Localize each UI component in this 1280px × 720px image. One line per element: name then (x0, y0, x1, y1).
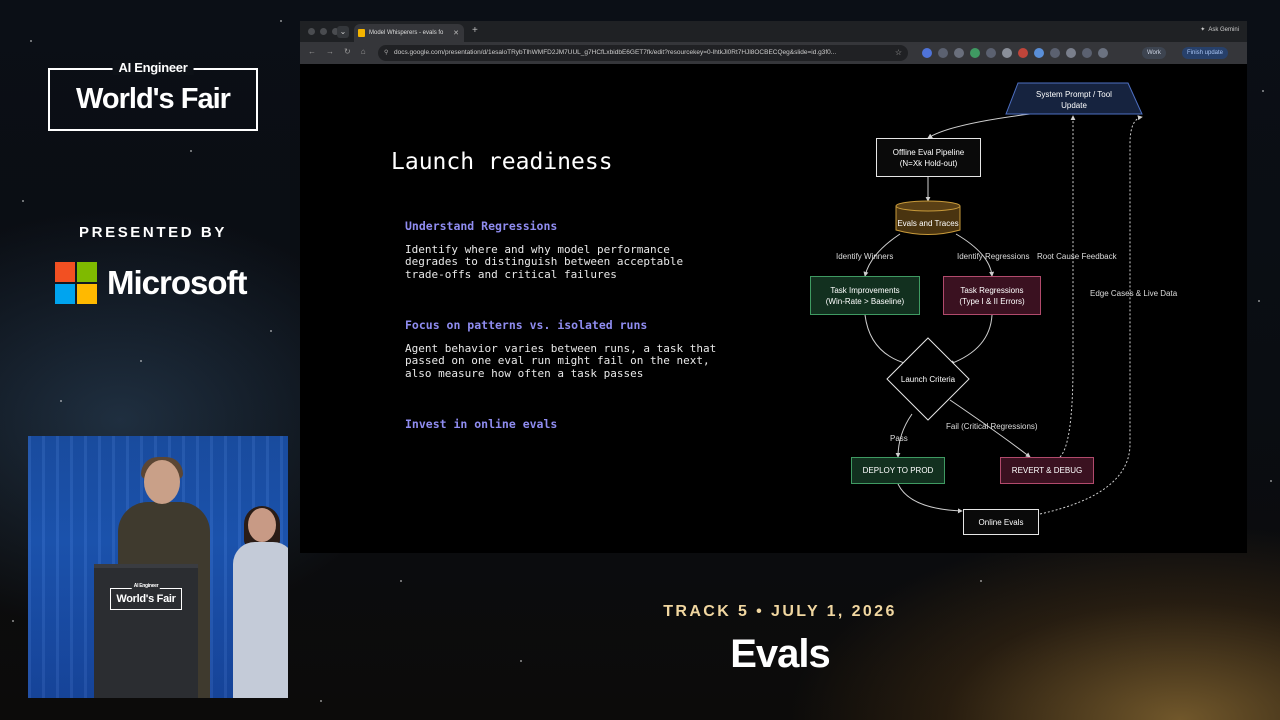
tab-slides[interactable]: Model Whisperers - evals fo ✕ (354, 24, 464, 42)
browser-window: ⌄ Model Whisperers - evals fo ✕ + ✦ Ask … (300, 21, 1247, 553)
edge-online-to-update (1039, 115, 1143, 515)
edge-label-identify-winners: Identify Winners (836, 252, 894, 261)
sponsor-name: Microsoft (107, 264, 247, 301)
minimize-window-icon[interactable] (320, 28, 327, 35)
extension-icon[interactable] (1018, 48, 1028, 58)
node-online-evals: Online Evals (963, 509, 1039, 535)
extension-icon[interactable] (1082, 48, 1092, 58)
reload-icon[interactable]: ↻ (344, 47, 351, 56)
edge-revert-to-update (1059, 115, 1076, 458)
edge-label-edge-cases: Edge Cases & Live Data (1090, 289, 1178, 298)
extension-icon[interactable] (970, 48, 980, 58)
url-text: docs.google.com/presentation/d/1esaloTRy… (394, 49, 837, 56)
node-launch-criteria: Launch Criteria (900, 374, 956, 384)
edge-deploy-to-online (897, 483, 963, 514)
forward-icon[interactable]: → (326, 47, 334, 56)
tab-bar: ⌄ Model Whisperers - evals fo ✕ + ✦ Ask … (300, 21, 1247, 42)
browser-toolbar: ← → ↻ ⌂ ⚲ docs.google.com/presentation/d… (300, 42, 1247, 64)
edge-label-fail: Fail (Critical Regressions) (946, 422, 1038, 431)
node-evals-and-traces: Evals and Traces (897, 218, 959, 228)
address-bar[interactable]: ⚲ docs.google.com/presentation/d/1esaloT… (378, 45, 908, 61)
podium-small-text: AI Engineer (131, 583, 161, 589)
extension-icon[interactable] (986, 48, 996, 58)
ask-gemini-button[interactable]: ✦ Ask Gemini (1200, 26, 1239, 34)
edge-label-pass: Pass (890, 434, 908, 443)
extensions-bar (922, 48, 1108, 58)
extension-icon[interactable] (922, 48, 932, 58)
extension-icon[interactable] (954, 48, 964, 58)
tab-search-icon[interactable]: ⌄ (337, 26, 349, 38)
edge-label-root-cause-feedback: Root Cause Feedback (1037, 252, 1117, 261)
edge-regressions-to-criteria (949, 314, 993, 365)
node-revert-and-debug: REVERT & DEBUG (1000, 457, 1094, 484)
node-system-prompt-update: System Prompt / Tool Update (1036, 89, 1112, 110)
podium: AI Engineer World's Fair (94, 564, 198, 698)
close-tab-icon[interactable]: ✕ (453, 29, 459, 37)
new-tab-icon[interactable]: + (472, 25, 478, 36)
node-offline-eval-pipeline: Offline Eval Pipeline (N=Xk Hold-out) (876, 138, 981, 177)
sparkle-icon: ✦ (1200, 27, 1206, 33)
site-info-icon[interactable]: ⚲ (384, 45, 388, 61)
podium-sign: AI Engineer World's Fair (110, 583, 182, 610)
presented-by-label: PRESENTED BY (79, 224, 227, 241)
podium-sign-text: World's Fair (116, 593, 176, 605)
extension-icon[interactable] (1034, 48, 1044, 58)
microsoft-windows-icon (55, 262, 97, 304)
node-task-regressions: Task Regressions (Type I & II Errors) (943, 276, 1041, 315)
finish-update-button[interactable]: Finish update (1182, 47, 1229, 59)
extension-icon[interactable] (1002, 48, 1012, 58)
track-date: TRACK 5 • JULY 1, 2026 (663, 603, 897, 620)
speaker-video: AI Engineer World's Fair (28, 436, 288, 698)
extension-icon[interactable] (1098, 48, 1108, 58)
microsoft-logo: Microsoft (55, 262, 247, 304)
home-icon[interactable]: ⌂ (361, 47, 366, 56)
speaker-two (233, 506, 288, 698)
close-window-icon[interactable] (308, 28, 315, 35)
edge-label-identify-regressions: Identify Regressions (957, 252, 1030, 261)
flowchart-edges (863, 82, 1143, 515)
logo-small-text: AI Engineer (112, 60, 194, 75)
profile-button[interactable]: Work (1142, 47, 1166, 59)
bookmark-star-icon[interactable]: ☆ (895, 45, 902, 61)
slides-icon (358, 29, 365, 37)
edge-update-to-offline (927, 113, 1031, 139)
extension-icon[interactable] (1050, 48, 1060, 58)
window-controls[interactable] (308, 28, 339, 35)
session-title: Evals (730, 632, 831, 676)
presentation-slide: Launch readiness Understand Regressions … (300, 64, 1247, 553)
extension-icon[interactable] (1066, 48, 1076, 58)
extension-icon[interactable] (938, 48, 948, 58)
worlds-fair-logo: AI Engineer World's Fair (48, 60, 258, 131)
edge-improvements-to-criteria (864, 314, 909, 366)
tab-title: Model Whisperers - evals fo (369, 30, 444, 36)
node-task-improvements: Task Improvements (Win-Rate > Baseline) (810, 276, 920, 315)
node-deploy-to-prod: DEPLOY TO PROD (851, 457, 945, 484)
logo-event-name: World's Fair (76, 83, 231, 115)
back-icon[interactable]: ← (308, 47, 316, 56)
ask-gemini-label: Ask Gemini (1208, 26, 1239, 33)
